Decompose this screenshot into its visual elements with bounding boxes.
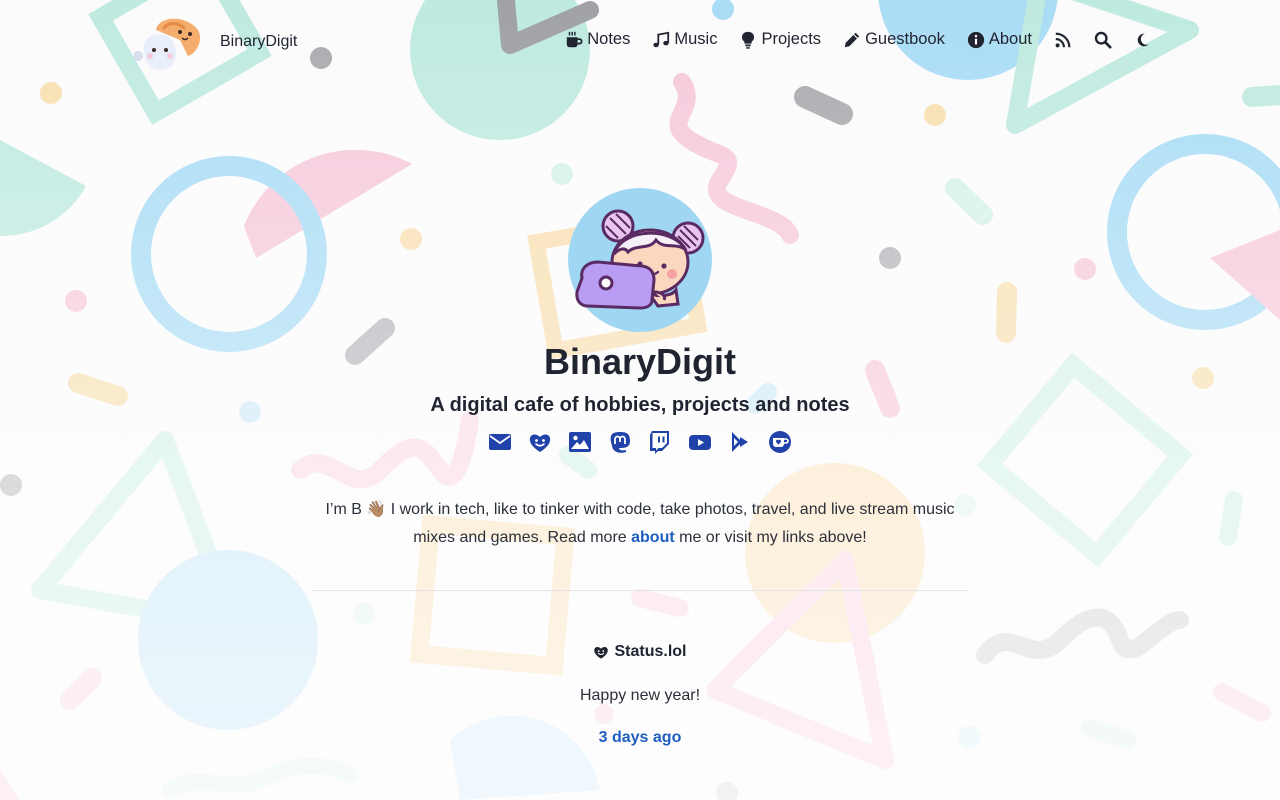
- about-link[interactable]: about: [631, 529, 675, 546]
- nav-notes[interactable]: Notes: [565, 30, 630, 49]
- smiley-heart-icon: [594, 646, 609, 659]
- email-icon: [489, 434, 511, 450]
- intro-paragraph: I’m B 👋🏽 I work in tech, like to tinker …: [310, 496, 970, 552]
- email-link[interactable]: [488, 430, 512, 454]
- music-note-icon: [653, 31, 670, 47]
- nav-guestbook[interactable]: Guestbook: [843, 30, 945, 49]
- info-circle-icon: [967, 31, 984, 48]
- hero-section: BinaryDigit A digital cafe of hobbies, p…: [0, 188, 1280, 747]
- play-link[interactable]: [728, 430, 752, 454]
- social-links: [0, 430, 1280, 454]
- play-arrows-icon: [732, 432, 748, 452]
- nav-guestbook-label: Guestbook: [865, 30, 945, 48]
- twitch-link[interactable]: [648, 430, 672, 454]
- rss-feed-button[interactable]: [1054, 31, 1072, 49]
- pencil-icon: [844, 32, 860, 47]
- character-with-laptop-avatar-icon: [568, 188, 712, 332]
- ko-fi-link[interactable]: [768, 430, 792, 454]
- rss-icon: [1055, 32, 1071, 47]
- nav-projects[interactable]: Projects: [739, 30, 821, 49]
- mastodon-icon: [610, 432, 630, 453]
- theme-toggle-button[interactable]: [1134, 31, 1152, 49]
- photo-icon: [569, 432, 591, 452]
- nav-about-label: About: [988, 30, 1032, 48]
- search-button[interactable]: [1094, 31, 1112, 49]
- status-message: Happy new year!: [579, 687, 701, 704]
- status-time: 3 days ago: [0, 729, 1280, 747]
- nav-notes-label: Notes: [587, 30, 631, 48]
- youtube-link[interactable]: [688, 430, 712, 454]
- nav-projects-label: Projects: [761, 30, 822, 48]
- mastodon-link[interactable]: [608, 430, 632, 454]
- lightbulb-icon: [742, 31, 755, 49]
- site-tagline: A digital cafe of hobbies, projects and …: [430, 394, 850, 416]
- intro-text-after: me or visit my links above!: [674, 529, 867, 546]
- site-title: BinaryDigit: [543, 341, 737, 382]
- croissant-ghost-logo-icon: [134, 18, 201, 70]
- smiley-heart-icon: [529, 434, 551, 452]
- main-nav: Notes Music Projects Guestbook About: [565, 30, 1152, 49]
- status-heading: Status.lol: [0, 643, 1280, 661]
- ko-fi-icon: [769, 431, 791, 453]
- nav-about[interactable]: About: [967, 30, 1032, 49]
- avatar: [568, 188, 712, 332]
- brand-link[interactable]: BinaryDigit: [134, 10, 297, 74]
- top-navbar: BinaryDigit Notes Music Projects Guestbo…: [0, 0, 1280, 84]
- search-icon: [1094, 31, 1112, 49]
- twitch-icon: [650, 431, 669, 454]
- status-time-link[interactable]: 3 days ago: [599, 729, 682, 746]
- nav-music-label: Music: [674, 30, 718, 48]
- coffee-mug-icon: [567, 31, 583, 47]
- status-lol-link[interactable]: [528, 430, 552, 454]
- status-heading-label: Status.lol: [614, 643, 687, 660]
- section-divider: [312, 590, 968, 591]
- brand-name: BinaryDigit: [220, 33, 298, 50]
- youtube-icon: [689, 435, 711, 450]
- nav-music[interactable]: Music: [652, 30, 717, 49]
- moon-icon: [1137, 33, 1149, 46]
- photos-link[interactable]: [568, 430, 592, 454]
